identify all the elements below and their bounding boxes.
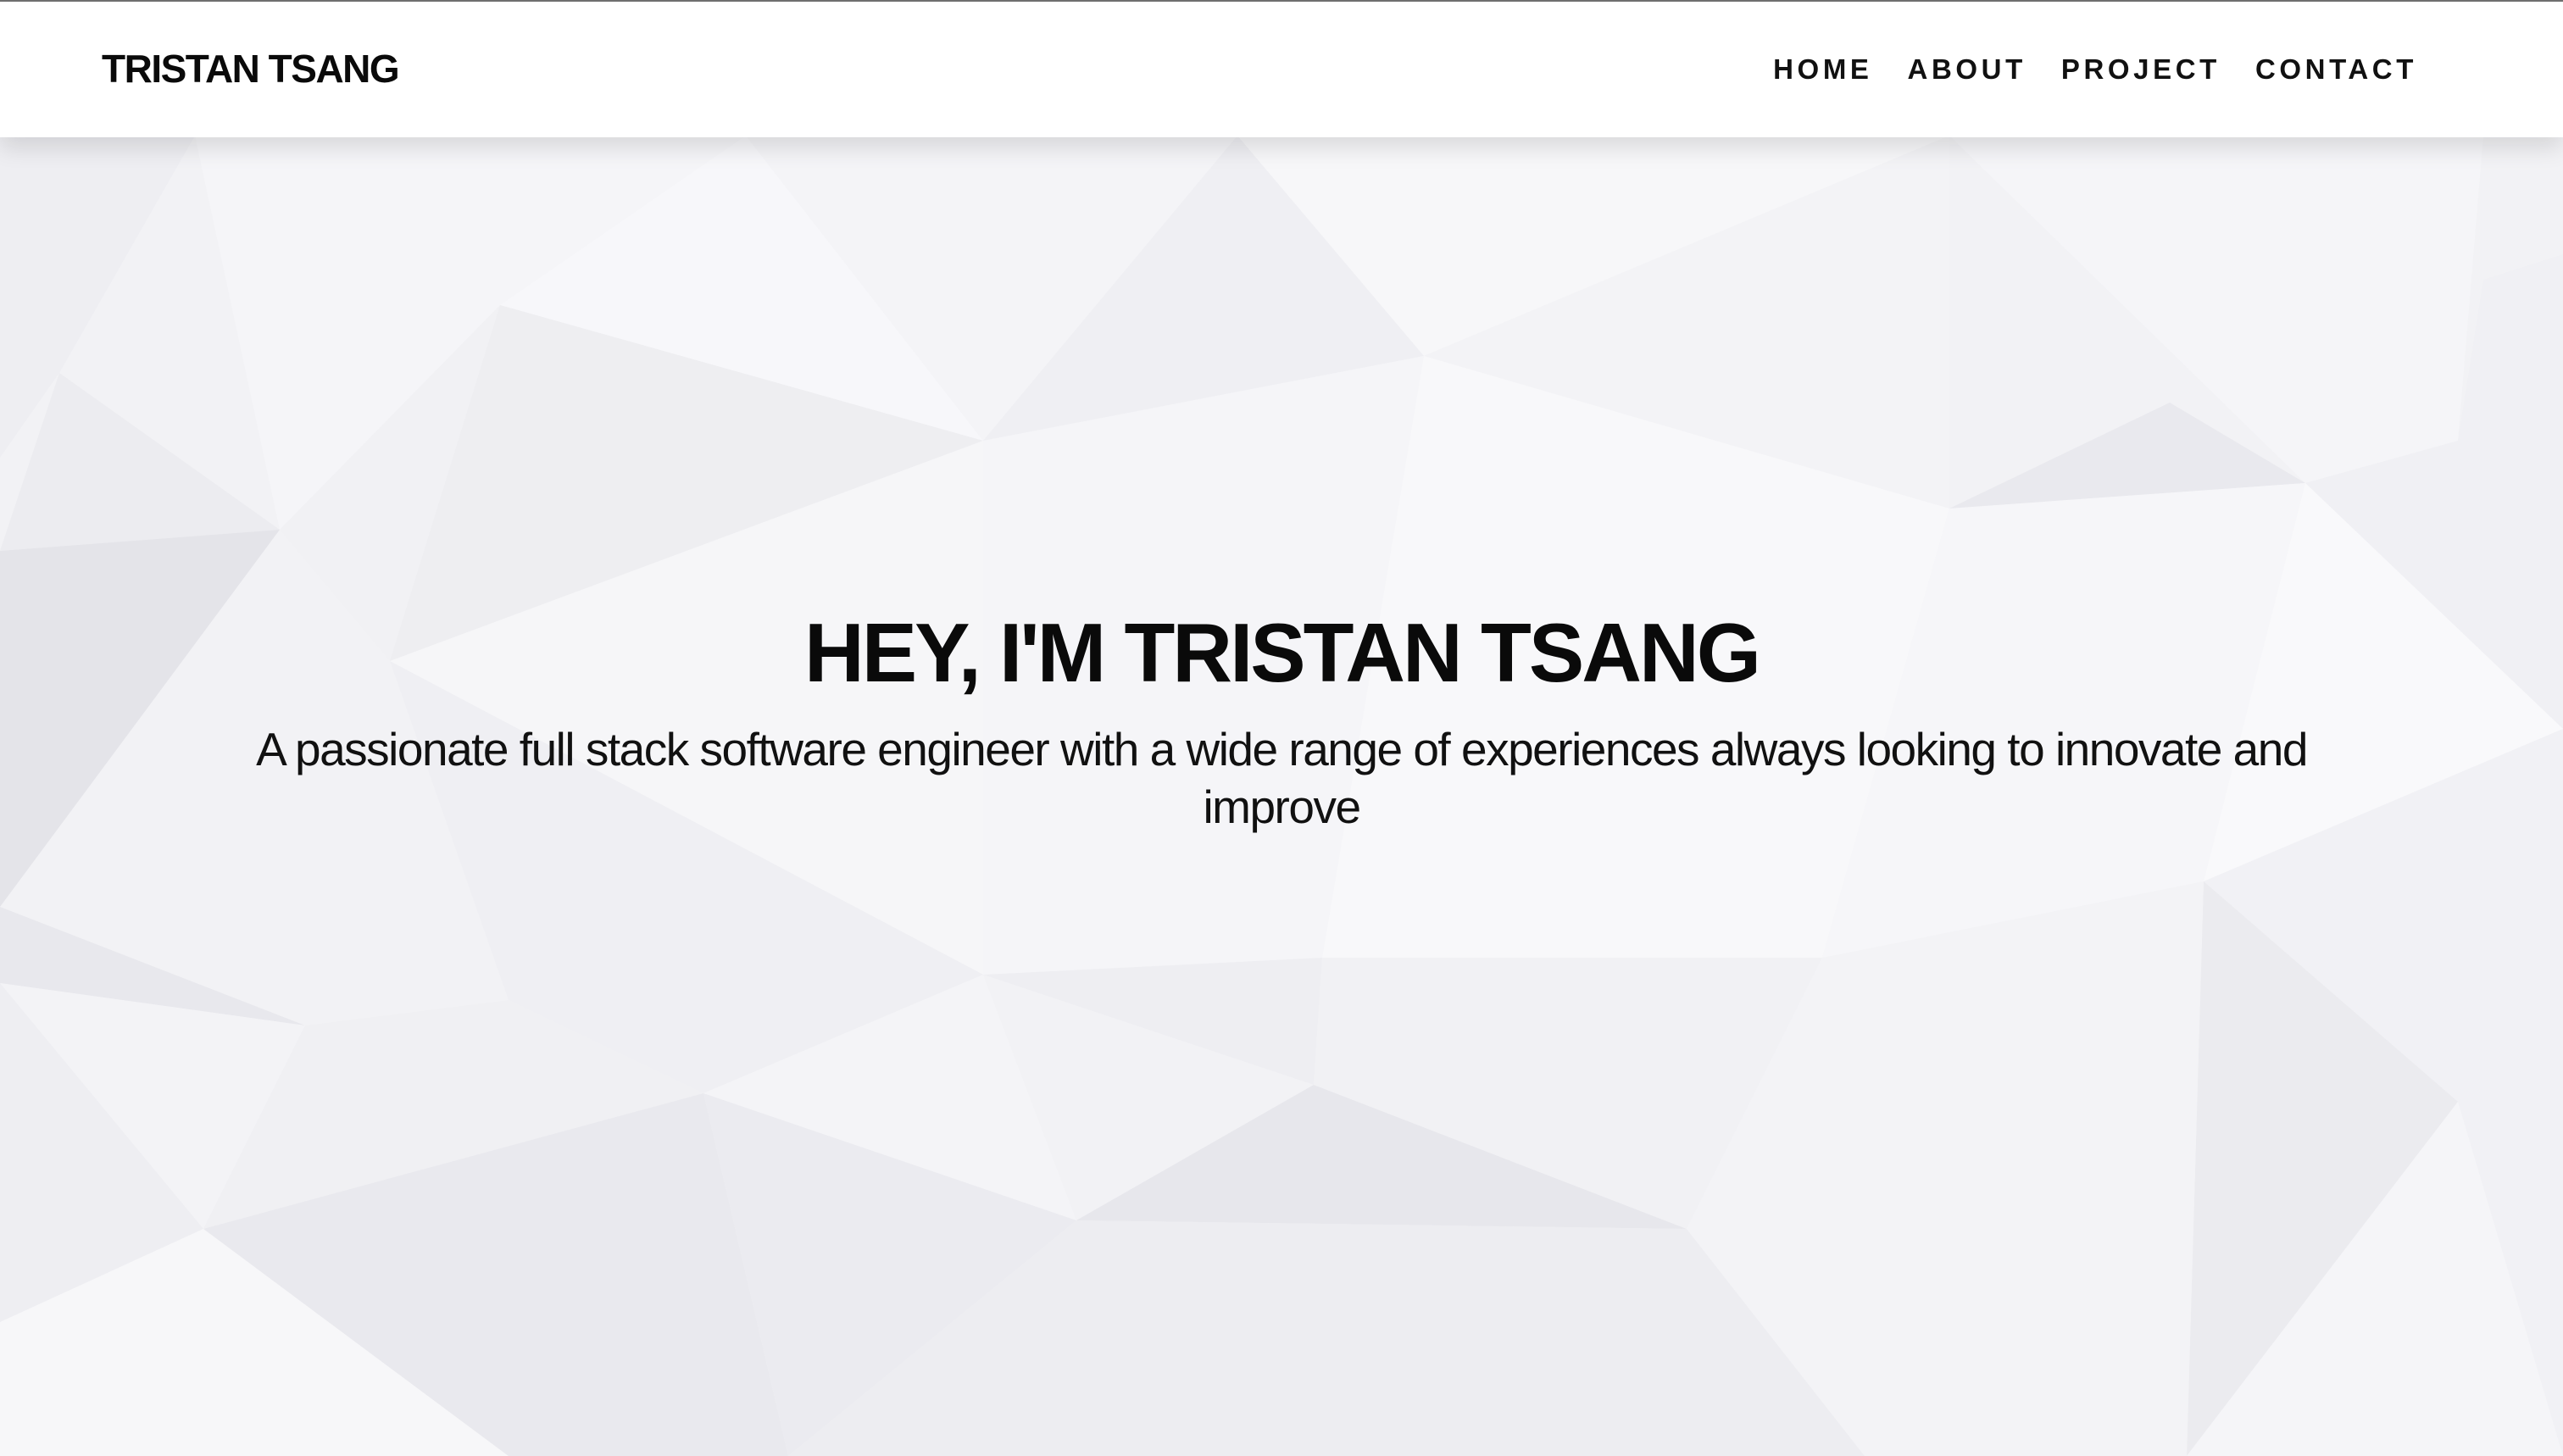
nav-project-link[interactable]: PROJECT — [2061, 53, 2221, 86]
hero-title: HEY, I'M TRISTAN TSANG — [803, 606, 1761, 699]
navbar: TRISTAN TSANG HOME ABOUT PROJECT CONTACT — [0, 2, 2563, 137]
hero-section: HEY, I'M TRISTAN TSANG A passionate full… — [0, 593, 2563, 836]
brand-logo[interactable]: TRISTAN TSANG — [102, 44, 400, 93]
nav-about-link[interactable]: ABOUT — [1908, 53, 2026, 86]
window-top-border — [0, 0, 2563, 2]
nav-home-link[interactable]: HOME — [1773, 53, 1872, 86]
page: TRISTAN TSANG HOME ABOUT PROJECT CONTACT… — [0, 0, 2563, 1456]
nav-contact-link[interactable]: CONTACT — [2255, 53, 2417, 86]
hero-subtitle: A passionate full stack software enginee… — [256, 723, 2308, 833]
nav-menu: HOME ABOUT PROJECT CONTACT — [1773, 2, 2417, 137]
